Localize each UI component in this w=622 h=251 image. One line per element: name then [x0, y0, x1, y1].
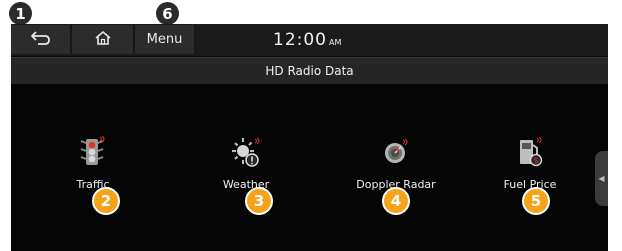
- clock-time: 12:00: [273, 30, 327, 50]
- side-panel-handle[interactable]: ◀: [595, 151, 608, 206]
- svg-text:$: $: [533, 156, 538, 165]
- home-icon: [94, 30, 112, 50]
- doppler-radar-icon: [341, 132, 451, 172]
- doppler-radar-tile[interactable]: Doppler Radar: [341, 132, 451, 191]
- traffic-label: Traffic: [76, 178, 110, 191]
- clock-ampm: AM: [329, 38, 342, 47]
- traffic-tile[interactable]: Traffic: [38, 132, 148, 191]
- callout-3: 3: [245, 187, 273, 215]
- back-arrow-icon: [30, 30, 52, 50]
- weather-label: Weather: [222, 178, 270, 191]
- callout-1: 1: [9, 2, 32, 25]
- back-button[interactable]: [11, 25, 71, 54]
- weather-icon: [191, 132, 301, 172]
- callout-5: 5: [522, 187, 550, 215]
- callout-6: 6: [156, 2, 179, 25]
- callout-4: 4: [382, 187, 410, 215]
- menu-button[interactable]: Menu: [135, 25, 195, 54]
- home-button[interactable]: [72, 25, 134, 54]
- screen: Menu 12:00 AM HD Radio Data Traffic Weat…: [11, 24, 608, 251]
- chevron-left-icon: ◀: [598, 174, 605, 183]
- top-bar: Menu 12:00 AM: [11, 24, 608, 56]
- callout-2: 2: [92, 187, 120, 215]
- fuel-price-tile[interactable]: $ Fuel Price: [475, 132, 585, 191]
- weather-tile[interactable]: Weather: [191, 132, 301, 191]
- clock: 12:00 AM: [273, 30, 341, 50]
- page-title: HD Radio Data: [11, 57, 608, 84]
- traffic-light-icon: [38, 132, 148, 172]
- fuel-pump-icon: $: [475, 132, 585, 172]
